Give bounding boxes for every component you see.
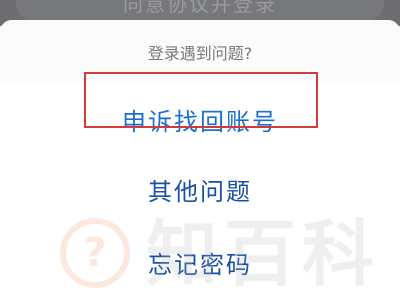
action-sheet: 登录遇到问题? 申诉找回账号 其他问题 忘记密码 xyxy=(0,20,400,300)
appeal-recover-account-option[interactable]: 申诉找回账号 xyxy=(0,84,400,155)
screen: 同意协议并登录 登录遇到问题? 申诉找回账号 其他问题 忘记密码 ? 知百科 xyxy=(0,0,400,300)
other-issues-option[interactable]: 其他问题 xyxy=(0,154,400,225)
agree-and-login-button: 同意协议并登录 xyxy=(16,0,384,22)
forgot-password-option[interactable]: 忘记密码 xyxy=(0,224,400,300)
action-sheet-title: 登录遇到问题? xyxy=(0,20,400,85)
